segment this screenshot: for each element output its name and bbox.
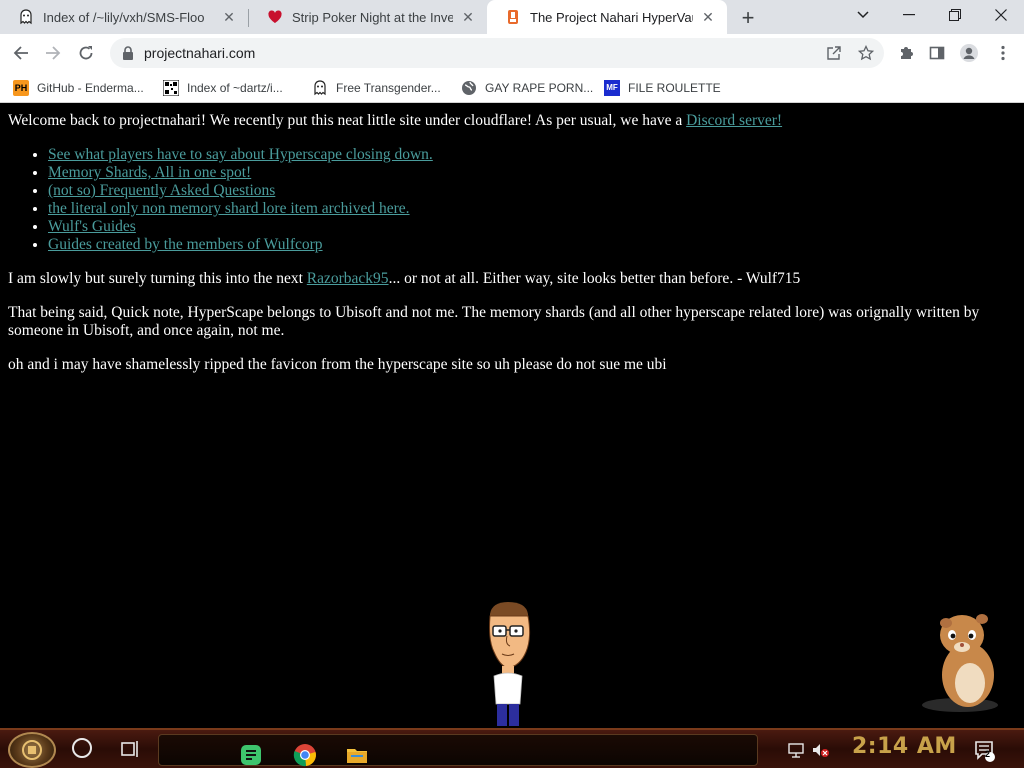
volume-muted-icon[interactable] xyxy=(812,742,830,758)
lock-icon[interactable] xyxy=(120,45,136,61)
tab-title: Index of /~lily/vxh/SMS-Floo xyxy=(43,9,205,25)
ghost-icon xyxy=(20,9,32,25)
menu-button[interactable] xyxy=(988,38,1018,68)
discord-link[interactable]: Discord server! xyxy=(686,112,782,129)
pornhub-icon: PH xyxy=(13,80,29,96)
paragraph-text: I am slowly but surely turning this into… xyxy=(8,270,307,287)
razorback95-link[interactable]: Razorback95 xyxy=(307,270,389,287)
link-wulfs-guides[interactable]: Wulf's Guides xyxy=(48,218,136,235)
back-button[interactable] xyxy=(6,38,36,68)
hyperscape-icon xyxy=(508,10,518,24)
new-tab-button[interactable]: + xyxy=(734,4,762,32)
avatar-icon xyxy=(960,44,978,62)
start-button[interactable] xyxy=(8,732,56,768)
bookmark-file-roulette[interactable]: MF FILE ROULETTE xyxy=(604,77,721,99)
address-bar[interactable]: projectnahari.com xyxy=(110,38,884,68)
bookmark-label: GAY RAPE PORN... xyxy=(485,81,594,95)
bookmarks-bar: PH GitHub - Enderma... Index of ~dartz/i… xyxy=(0,72,1024,103)
notification-count: 2 xyxy=(985,749,991,759)
browser-toolbar: projectnahari.com xyxy=(0,34,1024,72)
arrow-left-icon xyxy=(13,46,28,60)
tab-search-button[interactable] xyxy=(840,0,886,30)
minimize-icon xyxy=(903,14,915,16)
restore-icon xyxy=(949,9,961,21)
forward-button[interactable] xyxy=(38,38,68,68)
tab-title: The Project Nahari HyperVault xyxy=(530,9,693,25)
favicon-note-paragraph: oh and i may have shamelessly ripped the… xyxy=(8,356,667,373)
task-view-icon[interactable] xyxy=(120,739,140,759)
arrow-right-icon xyxy=(46,46,61,60)
tab-project-nahari[interactable]: The Project Nahari HyperVault ✕ xyxy=(487,0,727,34)
share-icon[interactable] xyxy=(826,45,842,61)
tab-strip-poker[interactable]: Strip Poker Night at the Inven ✕ xyxy=(249,0,487,34)
side-panel-button[interactable] xyxy=(922,38,952,68)
link-faq[interactable]: (not so) Frequently Asked Questions xyxy=(48,182,275,199)
link-memory-shards[interactable]: Memory Shards, All in one spot! xyxy=(48,164,251,181)
list-item: (not so) Frequently Asked Questions xyxy=(48,182,1016,200)
bookmark-label: GitHub - Enderma... xyxy=(37,81,144,95)
taskbar-clock[interactable]: 2:14 AM xyxy=(852,734,957,759)
bookmark-dartz-index[interactable]: Index of ~dartz/i... xyxy=(163,77,283,99)
taskbar: 2 2:14 AM xyxy=(0,728,1024,768)
link-lore-item[interactable]: the literal only non memory shard lore i… xyxy=(48,200,410,217)
puzzle-icon xyxy=(901,47,913,59)
list-item: See what players have to say about Hyper… xyxy=(48,146,1016,164)
globe-icon xyxy=(462,81,476,95)
link-hyperscape-closing[interactable]: See what players have to say about Hyper… xyxy=(48,146,433,163)
bookmark-label: Index of ~dartz/i... xyxy=(187,81,283,95)
bookmark-label: FILE ROULETTE xyxy=(628,81,721,95)
link-wulfcorp-guides[interactable]: Guides created by the members of Wulfcor… xyxy=(48,236,323,253)
list-item: Memory Shards, All in one spot! xyxy=(48,164,1016,182)
tab-strip: Index of /~lily/vxh/SMS-Floo ✕ Strip Pok… xyxy=(0,0,1024,34)
bookmark-gay-rape-porn[interactable]: GAY RAPE PORN... xyxy=(461,77,593,99)
file-explorer-icon[interactable] xyxy=(345,743,369,767)
chevron-down-icon xyxy=(857,11,869,19)
hamster-character xyxy=(922,614,998,712)
bookmark-github[interactable]: PH GitHub - Enderma... xyxy=(13,77,144,99)
address-url[interactable]: projectnahari.com xyxy=(144,45,255,61)
close-icon[interactable]: ✕ xyxy=(699,8,717,26)
heart-icon xyxy=(268,10,282,23)
close-window-button[interactable] xyxy=(978,0,1024,30)
bookmark-label: Free Transgender... xyxy=(336,81,441,95)
tab-title: Strip Poker Night at the Inven xyxy=(292,9,453,25)
razorback-paragraph: I am slowly but surely turning this into… xyxy=(8,270,1016,288)
windows-start-icon xyxy=(22,740,42,760)
hank-hill-character xyxy=(489,602,531,726)
reload-icon xyxy=(79,46,93,60)
star-icon[interactable] xyxy=(858,45,874,61)
list-item: the literal only non memory shard lore i… xyxy=(48,200,1016,218)
extensions-button[interactable] xyxy=(891,38,921,68)
tab-lily-index[interactable]: Index of /~lily/vxh/SMS-Floo ✕ xyxy=(0,0,248,34)
paragraph-text: ... or not at all. Either way, site look… xyxy=(388,270,801,287)
list-item: Guides created by the members of Wulfcor… xyxy=(48,236,1016,254)
close-icon[interactable]: ✕ xyxy=(459,8,477,26)
list-item: Wulf's Guides xyxy=(48,218,1016,236)
taskbar-pinned-apps xyxy=(158,734,758,767)
notes-app-icon[interactable] xyxy=(239,743,263,767)
reload-button[interactable] xyxy=(71,38,101,68)
kebab-menu-icon xyxy=(1001,45,1005,61)
chrome-icon[interactable] xyxy=(293,743,317,767)
intro-text: Welcome back to projectnahari! We recent… xyxy=(8,112,687,129)
close-icon xyxy=(995,9,1007,21)
side-panel-icon xyxy=(929,46,945,60)
ubisoft-note-paragraph: That being said, Quick note, HyperScape … xyxy=(8,304,980,339)
link-list: See what players have to say about Hyper… xyxy=(48,146,1016,254)
close-icon[interactable]: ✕ xyxy=(220,8,238,26)
ghost-icon xyxy=(314,80,326,96)
minimize-button[interactable] xyxy=(886,0,932,30)
qr-icon xyxy=(163,80,179,96)
search-circle-icon[interactable] xyxy=(72,738,92,758)
intro-paragraph: Welcome back to projectnahari! We recent… xyxy=(8,112,1016,130)
network-icon[interactable] xyxy=(788,742,804,758)
bookmark-free-transgender[interactable]: Free Transgender... xyxy=(312,77,441,99)
profile-button[interactable] xyxy=(954,38,984,68)
file-roulette-icon: MF xyxy=(604,80,620,96)
restore-button[interactable] xyxy=(932,0,978,30)
